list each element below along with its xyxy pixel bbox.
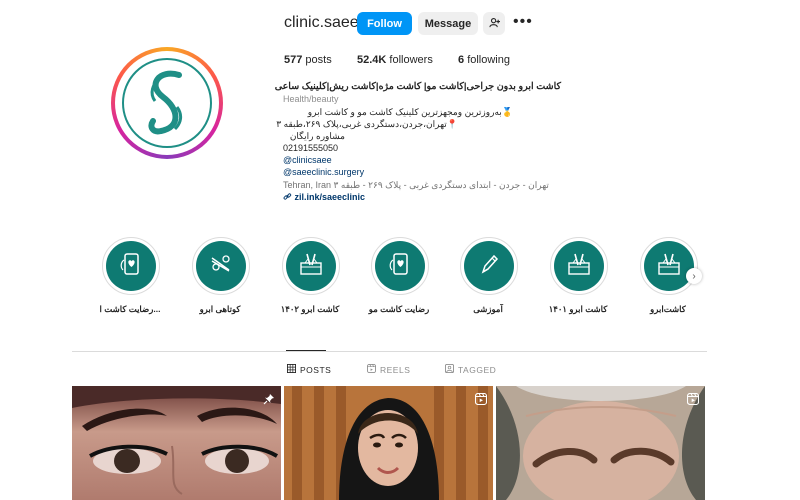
posts-label: posts [305,54,332,66]
bio-link[interactable]: zil.ink/saeeclinic [283,191,365,203]
tabs-divider [72,351,707,352]
add-user-icon [488,17,500,31]
bio-address: Tehran, Iran تهران - جردن - ابتدای دستگر… [283,179,549,191]
address-text: تهران - جردن - ابتدای دستگردی غربی - پلا… [333,180,549,190]
link-icon [283,192,295,202]
eyebrow-implant-icon [565,250,593,283]
pencil-icon [475,250,503,283]
bio-line-2: 📍تهران،جردن،دستگردی غربی،پلاک ۲۶۹،طبقه ۳ [276,119,458,129]
highlight-label-3: رضایت کاشت مو [368,304,430,314]
following-stat[interactable]: 6 following [458,54,510,66]
phone-heart-icon [117,250,145,283]
chevron-right-icon: › [692,270,696,282]
highlight-label-5: کوتاهی ابرو [199,304,241,314]
bio-name: کاشت ابرو بدون جراحی|کاشت مو| کاشت مژه|ک… [274,81,561,92]
reel-icon [686,392,700,410]
active-tab-indicator [286,350,326,351]
followers-count: 52.4K [357,54,387,66]
eyebrow-implant-icon [297,250,325,283]
highlight-label-2: آموزشی [473,304,503,314]
reels-icon [367,364,376,375]
grid-icon [287,364,296,375]
highlight-label-6: رضایت کاشت ا... [99,304,161,314]
bio-line-1: 🥇به‌روزترین ومجهزترین کلینیک کاشت مو و ک… [307,107,513,117]
bio-link-text: zil.ink/saeeclinic [294,192,366,202]
following-count: 6 [458,54,465,66]
post-tile-3[interactable] [496,386,705,500]
profile-username: clinic.saee [284,14,359,31]
tweezers-icon [207,250,235,283]
highlight-1[interactable] [550,237,608,295]
bio-phone: 02191555050 [283,143,339,153]
highlight-3[interactable] [371,237,429,295]
followers-label: followers [389,54,433,66]
tab-posts[interactable]: POSTS [287,364,331,375]
tab-reels[interactable]: REELS [367,364,410,375]
bio-category: Health/beauty [283,94,339,104]
following-label: following [467,54,510,66]
bio-line-3: مشاوره رایگان [289,131,345,141]
highlight-label-4: کاشت ابرو ۱۴۰۲ [280,304,340,314]
eyebrow-implant-icon [655,250,683,283]
bio-handle-clinicsaee[interactable]: @clinicsaee [283,154,332,166]
highlight-label-0: کاشت‌ابرو [650,304,686,314]
tab-tagged[interactable]: TAGGED [445,364,496,375]
highlight-0[interactable] [640,237,698,295]
posts-count: 577 [284,54,303,66]
post-image-eye-makeup [72,386,281,500]
highlight-2[interactable] [460,237,518,295]
bio-handle-surgery[interactable]: @saeeclinic.surgery [283,166,364,178]
highlight-6[interactable] [102,237,160,295]
profile-avatar[interactable] [111,47,223,159]
posts-stat: 577 posts [284,54,332,66]
tag-icon [445,364,454,375]
post-image-eyebrow-closeup [496,386,705,500]
reel-icon [474,392,488,410]
pin-icon [263,392,275,410]
post-image-woman-hijab [284,386,493,500]
tab-reels-label: REELS [380,364,411,375]
phone-heart-icon [386,250,414,283]
post-tile-2[interactable] [284,386,493,500]
highlights-next-button[interactable]: › [686,268,702,284]
tab-tagged-label: TAGGED [458,364,497,375]
more-options-icon[interactable]: ••• [513,13,533,31]
highlight-5[interactable] [192,237,250,295]
message-button[interactable]: Message [418,12,478,35]
clinic-logo-icon [119,55,215,151]
highlight-label-1: کاشت ابرو ۱۴۰۱ [548,304,608,314]
suggest-user-button[interactable] [483,12,505,35]
post-tile-1[interactable] [72,386,281,500]
address-prefix: Tehran, Iran [283,180,332,190]
highlight-4[interactable] [282,237,340,295]
tab-posts-label: POSTS [300,364,332,375]
follow-button[interactable]: Follow [357,12,412,35]
followers-stat[interactable]: 52.4K followers [357,54,433,66]
